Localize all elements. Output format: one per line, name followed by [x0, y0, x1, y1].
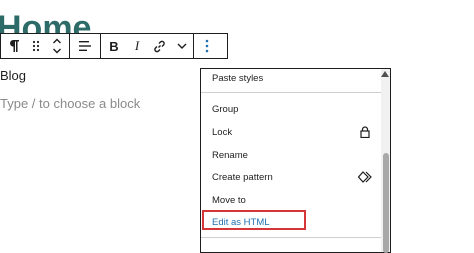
- block-placeholder[interactable]: Type / to choose a block: [0, 96, 140, 111]
- align-icon[interactable]: [70, 34, 100, 58]
- menu-separator: [201, 237, 381, 238]
- menu-item-paste-styles[interactable]: Paste styles: [212, 73, 263, 84]
- block-type-group: [1, 34, 70, 58]
- move-up-down-icon[interactable]: [45, 34, 69, 58]
- menu-item-move-to[interactable]: Move to: [212, 195, 246, 206]
- link-icon[interactable]: [147, 34, 171, 58]
- menu-item-group[interactable]: Group: [212, 104, 238, 115]
- menu-scrollbar[interactable]: [381, 69, 390, 253]
- alignment-group: [70, 34, 101, 58]
- scroll-thumb[interactable]: [383, 153, 389, 253]
- options-group: [194, 34, 220, 58]
- highlight-annotation: [202, 210, 306, 230]
- block-toolbar: B I: [0, 33, 228, 59]
- menu-item-lock[interactable]: Lock: [212, 127, 232, 138]
- bold-button[interactable]: B: [101, 34, 127, 58]
- italic-button[interactable]: I: [127, 34, 147, 58]
- vertical-ellipsis-icon[interactable]: [194, 34, 220, 58]
- menu-separator: [201, 92, 381, 93]
- formatting-group: B I: [101, 34, 194, 58]
- paragraph-icon[interactable]: [1, 34, 27, 58]
- pattern-icon: [357, 170, 372, 188]
- lock-icon: [360, 125, 370, 143]
- chevron-down-icon[interactable]: [171, 34, 193, 58]
- scroll-up-arrow-icon[interactable]: [381, 71, 389, 77]
- menu-item-rename[interactable]: Rename: [212, 150, 248, 161]
- block-label: Blog: [0, 68, 27, 83]
- drag-handle-icon[interactable]: [27, 34, 45, 58]
- menu-item-create-pattern[interactable]: Create pattern: [212, 172, 273, 183]
